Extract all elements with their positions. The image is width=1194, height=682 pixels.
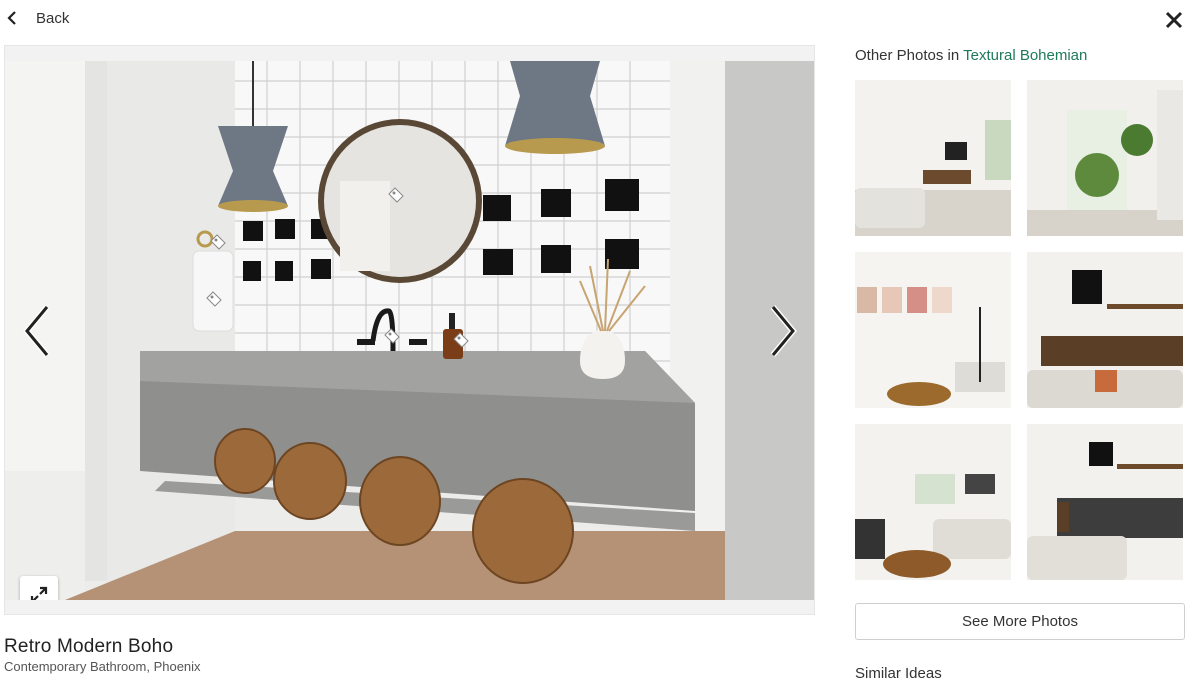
product-tag-icon[interactable]: [450, 331, 470, 351]
living-room-thumbnail-image: [855, 80, 1011, 236]
main-photo: [5, 61, 814, 600]
collection-link[interactable]: Textural Bohemian: [963, 47, 1087, 64]
product-tag-icon[interactable]: [207, 233, 227, 253]
close-icon[interactable]: [1164, 10, 1184, 30]
thumbnail[interactable]: [1027, 80, 1183, 236]
thumbnail[interactable]: [855, 80, 1011, 236]
bathroom-scene-image: [5, 61, 814, 600]
photo-viewer: [4, 45, 815, 615]
plants-room-thumbnail-image: [1027, 80, 1183, 236]
chevron-left-icon: [7, 11, 16, 25]
back-label: Back: [36, 9, 70, 27]
thumbnail[interactable]: [1027, 424, 1183, 580]
expand-icon: [30, 586, 48, 600]
open-kitchen-thumbnail-image: [1027, 424, 1183, 580]
similar-ideas-heading: Similar Ideas: [855, 665, 942, 682]
back-button[interactable]: Back: [6, 6, 69, 30]
previous-photo-icon[interactable]: [19, 301, 55, 361]
photo-title: Retro Modern Boho: [4, 636, 174, 657]
product-tag-icon[interactable]: [203, 290, 223, 310]
product-tag-icon[interactable]: [381, 327, 401, 347]
kitchen-thumbnail-image: [1027, 252, 1183, 408]
other-photos-heading: Other Photos in Textural Bohemian: [855, 47, 1087, 64]
next-photo-icon[interactable]: [765, 301, 801, 361]
see-more-photos-button[interactable]: See More Photos: [855, 603, 1185, 640]
product-tag-icon[interactable]: [385, 186, 405, 206]
photo-subtitle: Contemporary Bathroom, Phoenix: [4, 659, 201, 674]
sectional-room-thumbnail-image: [855, 424, 1011, 580]
gallery-wall-thumbnail-image: [855, 252, 1011, 408]
other-photos-prefix: Other Photos in: [855, 47, 964, 64]
expand-button[interactable]: [20, 576, 58, 600]
thumbnail[interactable]: [1027, 252, 1183, 408]
thumbnail[interactable]: [855, 424, 1011, 580]
thumbnail[interactable]: [855, 252, 1011, 408]
